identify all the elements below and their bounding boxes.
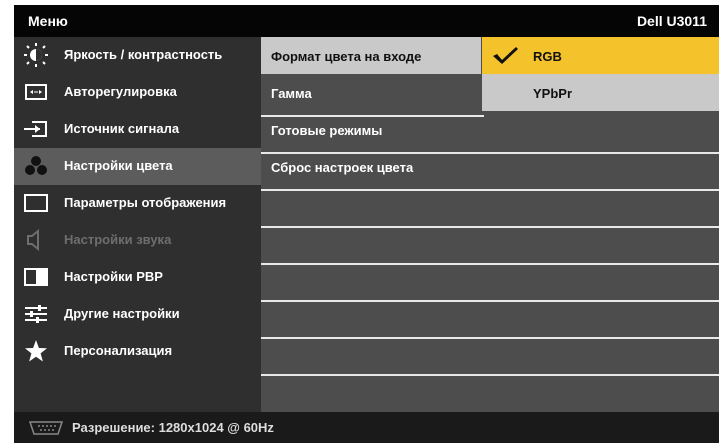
vga-connector-icon	[28, 420, 64, 441]
row-divider	[261, 115, 484, 117]
row-divider	[261, 300, 719, 302]
menu-item-auto-adjust[interactable]: Авторегулировка	[14, 74, 261, 111]
option-label: Готовые режимы	[271, 123, 383, 138]
input-color-format-item[interactable]: Формат цвета на входе	[261, 37, 481, 74]
display-settings-icon	[22, 191, 50, 215]
auto-adjust-icon	[22, 80, 50, 104]
menu-label: Другие настройки	[64, 306, 180, 321]
checkmark-icon	[490, 45, 520, 70]
speaker-icon	[22, 228, 50, 252]
other-settings-icon	[22, 302, 50, 326]
menu-label: Яркость / контрастность	[64, 47, 223, 62]
option-label: Формат цвета на входе	[271, 49, 422, 64]
osd-window: Меню Dell U3011 Яркость / контрастность	[14, 5, 719, 443]
row-divider	[261, 189, 719, 191]
resolution-status: Разрешение: 1280x1024 @ 60Hz	[72, 420, 274, 435]
pbp-icon	[22, 265, 50, 289]
row-divider	[261, 226, 719, 228]
menu-label: Источник сигнала	[64, 121, 180, 136]
ypbpr-option[interactable]: YPbPr	[482, 74, 719, 111]
menu-item-personalize[interactable]: Персонализация	[14, 333, 261, 370]
row-divider	[261, 337, 719, 339]
color-settings-icon	[22, 154, 50, 178]
status-bar: Разрешение: 1280x1024 @ 60Hz	[14, 412, 719, 443]
gamma-item[interactable]: Гамма	[261, 74, 481, 111]
menu-title: Меню	[28, 13, 68, 29]
menu-item-other-settings[interactable]: Другие настройки	[14, 296, 261, 333]
option-label: RGB	[533, 49, 562, 64]
option-label: YPbPr	[533, 86, 573, 101]
option-label: Сброс настроек цвета	[271, 160, 414, 175]
menu-label: Параметры отображения	[64, 195, 227, 210]
menu-label: Настройки цвета	[64, 158, 173, 173]
menu-item-color-settings[interactable]: Настройки цвета	[14, 148, 261, 185]
title-bar: Меню Dell U3011	[14, 5, 719, 37]
monitor-model: Dell U3011	[636, 13, 707, 29]
menu-label: Настройки PBP	[64, 269, 163, 284]
menu-item-brightness-contrast[interactable]: Яркость / контрастность	[14, 37, 261, 74]
input-source-icon	[22, 117, 50, 141]
menu-item-audio-settings[interactable]: Настройки звука	[14, 222, 261, 259]
star-icon	[22, 339, 50, 363]
row-divider	[261, 152, 719, 154]
row-divider	[261, 374, 719, 376]
option-label: Гамма	[271, 86, 312, 101]
rgb-option[interactable]: RGB	[482, 37, 719, 74]
brightness-icon	[22, 43, 50, 67]
row-divider	[261, 263, 719, 265]
menu-item-input-source[interactable]: Источник сигнала	[14, 111, 261, 148]
menu-label: Настройки звука	[64, 232, 172, 247]
menu-item-pbp-settings[interactable]: Настройки PBP	[14, 259, 261, 296]
menu-label: Персонализация	[64, 343, 173, 358]
menu-label: Авторегулировка	[64, 84, 177, 99]
main-menu: Яркость / контрастность Авторегулировка	[14, 37, 261, 412]
menu-item-display-settings[interactable]: Параметры отображения	[14, 185, 261, 222]
color-format-submenu: RGB YPbPr	[482, 37, 719, 111]
